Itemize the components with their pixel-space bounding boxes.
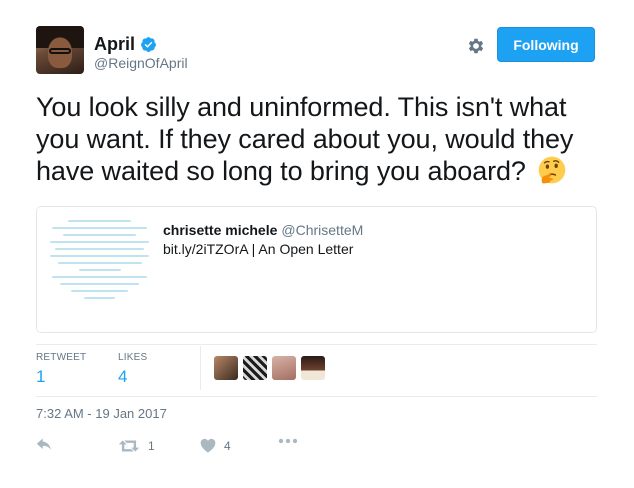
likes-stat[interactable]: LIKES 4 (118, 352, 147, 387)
tweet-text: You look silly and uninformed. This isn'… (36, 91, 606, 187)
retweets-label: RETWEET (36, 352, 87, 363)
liker-avatar-3[interactable] (272, 356, 296, 380)
card-description: bit.ly/2iTZOrA | An Open Letter (163, 241, 354, 257)
like-action-count: 4 (224, 438, 231, 453)
reply-icon (36, 438, 51, 450)
more-dots-icon (278, 438, 298, 444)
card-title-row: chrisette michele @ChrisetteM (163, 222, 363, 238)
stats-separator (200, 346, 201, 390)
retweet-icon (118, 440, 140, 452)
reply-button[interactable] (36, 438, 54, 454)
stats-bottom-divider (36, 396, 597, 397)
author-avatar[interactable] (36, 26, 84, 74)
following-button[interactable]: Following (497, 27, 595, 62)
liker-avatar-4[interactable] (301, 356, 325, 380)
like-button[interactable]: 4 (200, 438, 231, 453)
card-author-handle: @ChrisetteM (281, 222, 364, 238)
tweet-text-body: You look silly and uninformed. This isn'… (36, 92, 574, 186)
more-button[interactable] (278, 438, 298, 444)
verified-badge-icon (141, 37, 156, 52)
retweet-button[interactable]: 1 (118, 438, 155, 454)
retweets-stat[interactable]: RETWEET 1 (36, 352, 86, 387)
tweet-timestamp[interactable]: 7:32 AM - 19 Jan 2017 (36, 406, 167, 421)
author-handle[interactable]: @ReignOfApril (94, 55, 188, 71)
author-display-name[interactable]: April (94, 34, 135, 55)
liker-avatar-1[interactable] (214, 356, 238, 380)
retweet-action-count: 1 (148, 439, 155, 453)
avatar-glasses (49, 48, 71, 54)
stats-top-divider (36, 344, 597, 345)
likes-label: LIKES (118, 352, 148, 363)
retweets-count: 1 (36, 367, 46, 386)
gear-icon[interactable] (466, 36, 486, 56)
liker-avatars (214, 356, 325, 380)
card-thumbnail (37, 207, 162, 332)
heart-icon (200, 438, 216, 453)
card-author-name: chrisette michele (163, 222, 278, 238)
author-name-row[interactable]: April (94, 34, 157, 55)
quoted-link-card[interactable]: chrisette michele @ChrisetteM bit.ly/2iTZ… (36, 206, 597, 333)
likes-count: 4 (118, 367, 128, 386)
liker-avatar-2[interactable] (243, 356, 267, 380)
thinking-face-icon (538, 156, 566, 184)
